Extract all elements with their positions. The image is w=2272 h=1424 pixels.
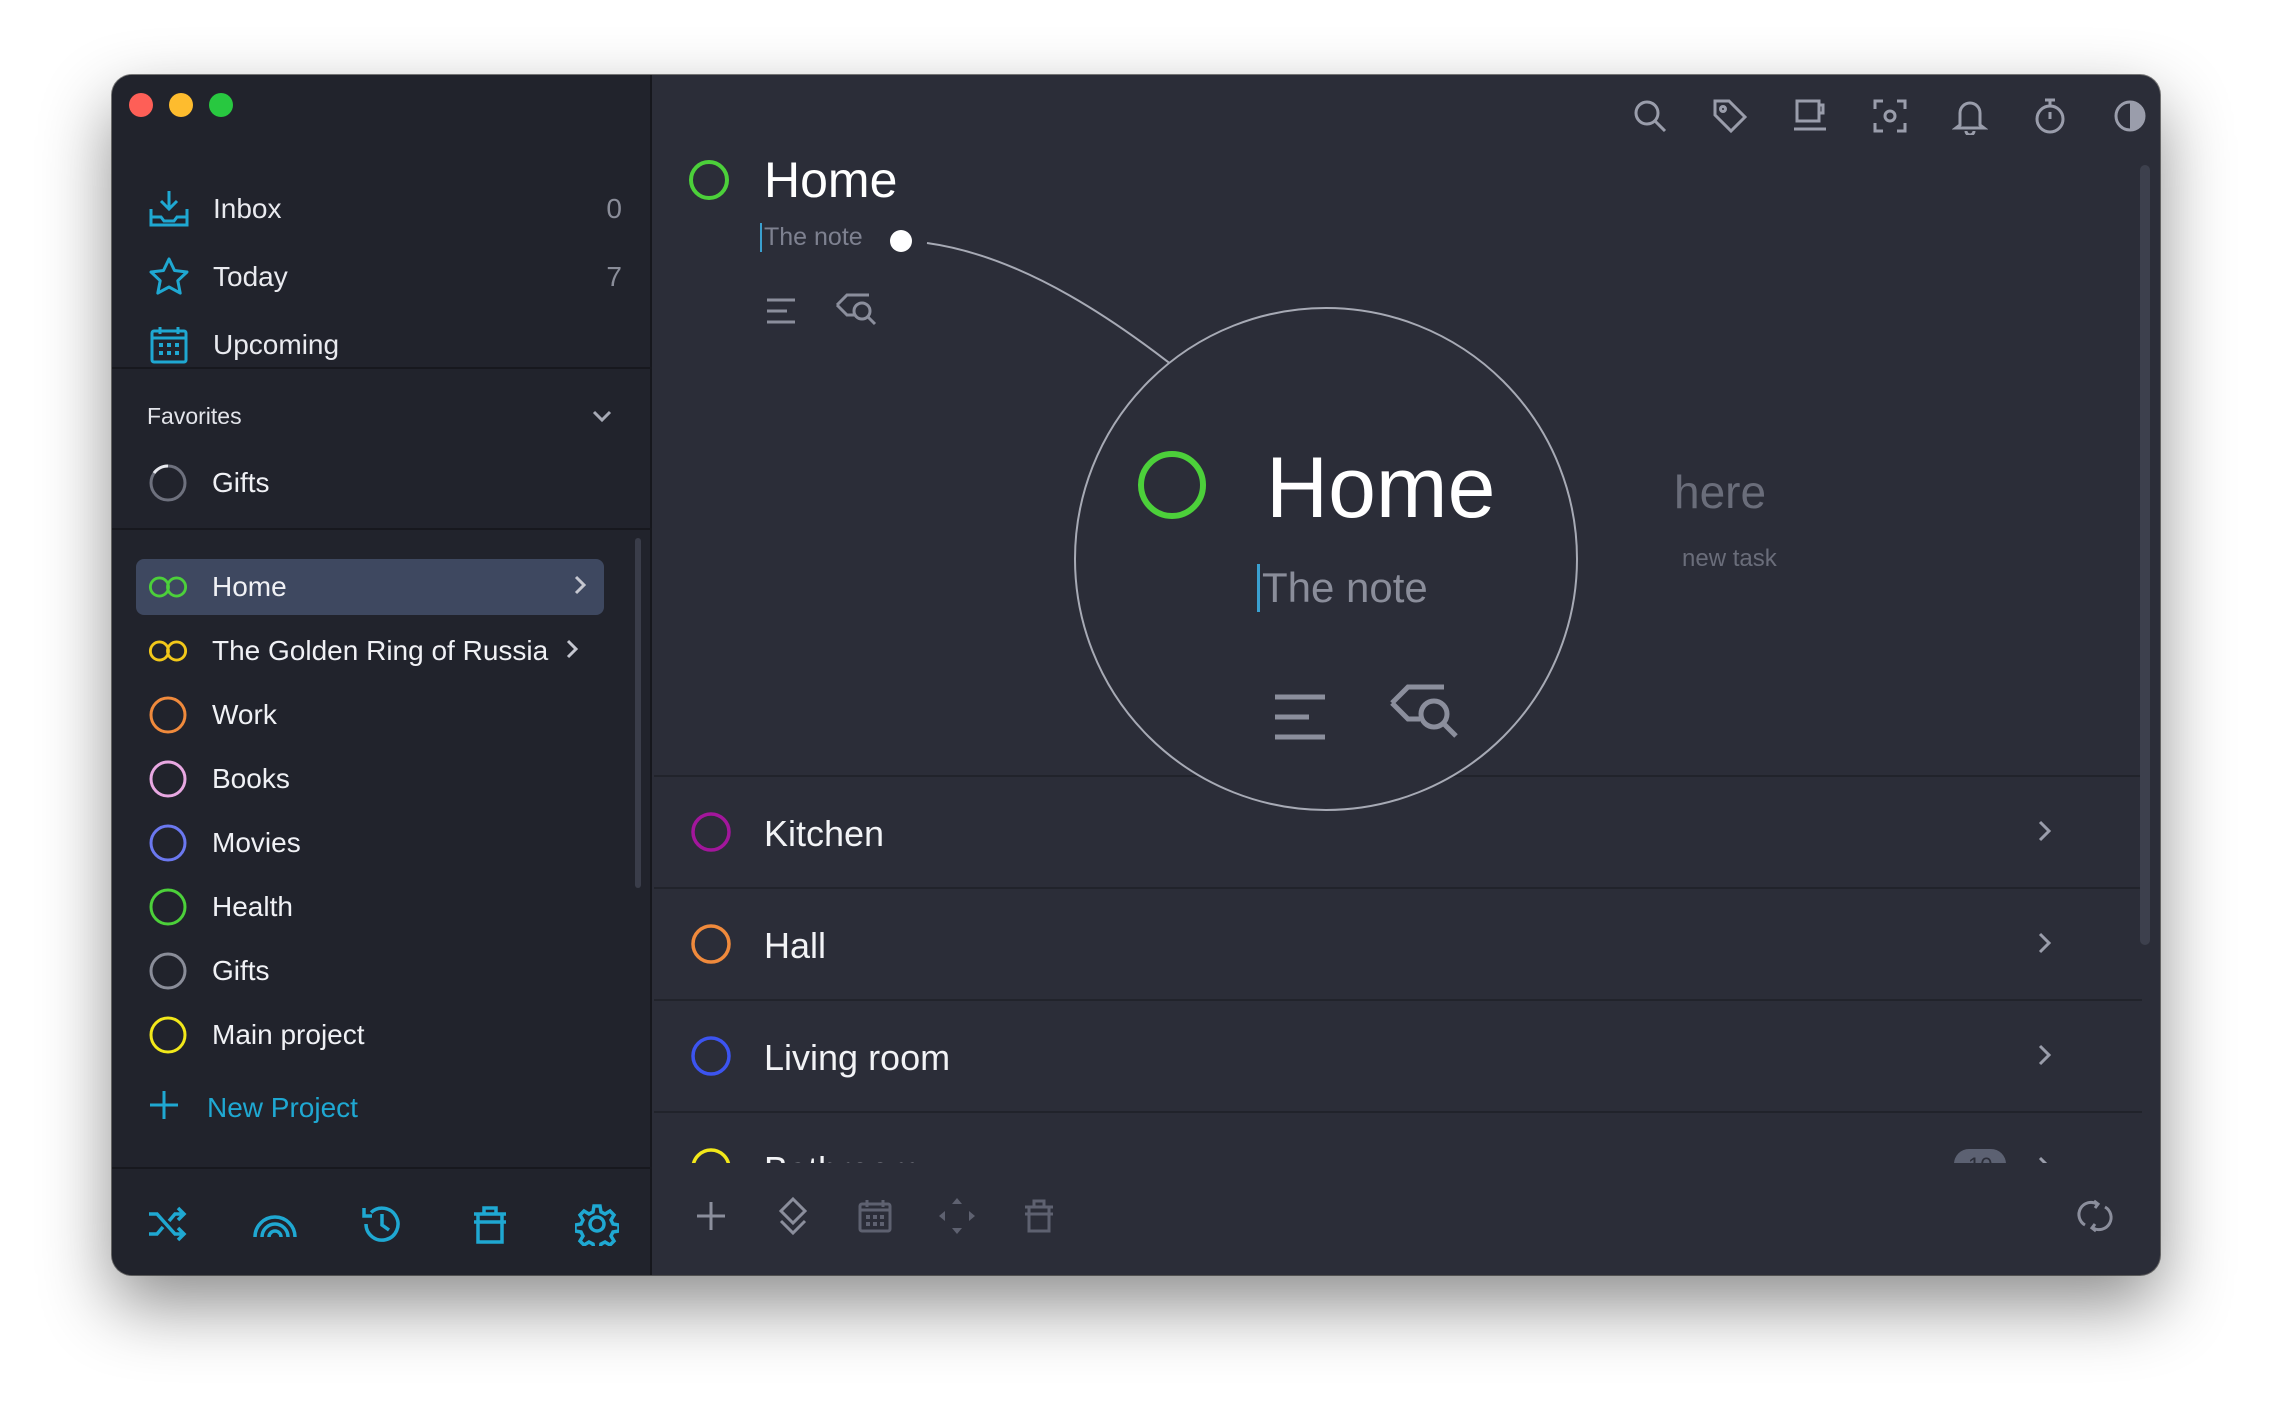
chevron-right-icon (2034, 1153, 2054, 1163)
settings-gear-icon[interactable] (574, 1201, 620, 1247)
chevron-right-icon (2034, 929, 2054, 962)
sidebar-item-books[interactable]: Books (136, 751, 604, 807)
sidebar-item-movies[interactable]: Movies (136, 815, 604, 871)
sidebar-item-health[interactable]: Health (136, 879, 604, 935)
sync-icon[interactable] (2072, 1193, 2118, 1239)
sidebar-item-inbox[interactable]: Inbox 0 (147, 181, 622, 237)
sidebar-item-main-project[interactable]: Main project (136, 1007, 604, 1063)
subproject-row-hall[interactable]: Hall (654, 887, 2142, 999)
sidebar-item-label: Health (212, 891, 293, 922)
sidebar-item-today[interactable]: Today 7 (147, 249, 622, 305)
sidebar-item-label: Work (212, 699, 277, 730)
trash-icon[interactable] (467, 1201, 513, 1247)
contrast-icon[interactable] (2108, 94, 2152, 138)
sidebar-item-label: Gifts (212, 467, 270, 498)
list-lines-icon (1272, 691, 1328, 748)
calendar-icon (147, 323, 191, 367)
sidebar-item-label: The Golden Ring of Russia (212, 635, 549, 666)
task-complete-ring-zoomed (1136, 449, 1208, 526)
new-project-label: New Project (207, 1091, 358, 1123)
task-count-badge: 10 (1954, 1149, 2007, 1163)
app-window: Inbox 0 Today 7 Upcoming Favorites Gifts (112, 75, 2160, 1275)
task-note-zoomed: The note (1257, 564, 1428, 612)
star-icon (147, 255, 191, 299)
project-circle-icon (148, 823, 188, 863)
main-scrollbar[interactable] (2140, 165, 2150, 945)
minimize-window-button[interactable] (169, 93, 193, 117)
subproject-row-bathroom[interactable]: Bathroom 10 (654, 1111, 2142, 1163)
sidebar-item-label: Home (212, 571, 287, 602)
sidebar-item-favorite-gifts[interactable]: Gifts (136, 455, 604, 511)
sidebar-divider (112, 367, 652, 369)
project-circle-icon (148, 1015, 188, 1055)
subproject-label: Kitchen (764, 813, 885, 854)
chevron-right-icon (562, 637, 582, 666)
search-icon[interactable] (1628, 94, 1672, 138)
move-icon[interactable] (770, 1193, 816, 1239)
chevron-right-icon (2034, 817, 2054, 850)
sidebar-divider (112, 528, 652, 530)
chevron-right-icon (570, 573, 590, 602)
new-project-button[interactable]: New Project (147, 1088, 358, 1127)
chevron-down-icon[interactable] (589, 403, 615, 434)
inbox-tray-icon (147, 187, 191, 231)
rainbow-icon[interactable] (252, 1201, 298, 1247)
main-pane: Home The note here new task Kitchen Hall (654, 75, 2160, 1275)
subproject-row-living-room[interactable]: Living room (654, 999, 2142, 1111)
sidebar-item-label: Today (213, 261, 288, 292)
sidebar-item-home[interactable]: Home (136, 559, 604, 615)
zoom-window-button[interactable] (209, 93, 233, 117)
project-circle-icon (690, 1035, 732, 1082)
project-circle-icon (148, 759, 188, 799)
subproject-label: Hall (764, 925, 827, 966)
close-window-button[interactable] (129, 93, 153, 117)
coffee-cup-icon[interactable] (1788, 94, 1832, 138)
sidebar-item-label: Gifts (212, 955, 270, 986)
sidebar-item-count: 7 (606, 261, 622, 292)
calendar-icon[interactable] (852, 1193, 898, 1239)
sidebar-scrollbar[interactable] (635, 538, 641, 888)
project-circle-icon (148, 887, 188, 927)
sidebar-item-count: 0 (606, 193, 622, 224)
sidebar-item-label: Upcoming (213, 329, 340, 360)
sidebar-item-golden-ring[interactable]: The Golden Ring of Russia (136, 623, 604, 679)
chevron-right-icon (2034, 1041, 2054, 1074)
sidebar-item-work[interactable]: Work (136, 687, 604, 743)
add-icon[interactable] (688, 1193, 734, 1239)
sidebar-item-label: Books (212, 763, 290, 794)
history-icon[interactable] (359, 1201, 405, 1247)
sidebar-bottom-toolbar (112, 1167, 652, 1275)
main-bottom-toolbar (654, 1167, 2160, 1275)
tag-search-icon (1388, 681, 1464, 752)
project-group-icon (148, 631, 188, 671)
subproject-label: Bathroom (764, 1149, 920, 1163)
fullscreen-arrows-icon[interactable] (934, 1193, 980, 1239)
project-circle-icon (690, 1147, 732, 1163)
sidebar-item-label: Inbox (213, 193, 282, 224)
tag-icon[interactable] (1708, 94, 1752, 138)
empty-state-title: here (1674, 466, 1767, 518)
task-title-zoomed: Home (1266, 440, 1496, 536)
sidebar-item-gifts[interactable]: Gifts (136, 943, 604, 999)
shuffle-icon[interactable] (144, 1201, 190, 1247)
sidebar-item-label: Movies (212, 827, 301, 858)
favorites-section-title: Favorites (147, 403, 242, 429)
plus-icon (147, 1088, 181, 1127)
project-circle-icon (148, 951, 188, 991)
sidebar-item-upcoming[interactable]: Upcoming (147, 317, 622, 373)
progress-ring-icon (148, 463, 188, 503)
sidebar: Inbox 0 Today 7 Upcoming Favorites Gifts (112, 75, 652, 1275)
project-group-icon (148, 567, 188, 607)
project-circle-icon (148, 695, 188, 735)
trash-icon[interactable] (1016, 1193, 1062, 1239)
timer-icon[interactable] (2028, 94, 2072, 138)
empty-state-subtitle: new task (1682, 545, 1777, 572)
subproject-label: Living room (764, 1037, 951, 1078)
sidebar-item-label: Main project (212, 1019, 365, 1050)
project-circle-icon (690, 811, 732, 858)
bell-icon[interactable] (1948, 94, 1992, 138)
focus-icon[interactable] (1868, 94, 1912, 138)
project-circle-icon (690, 923, 732, 970)
magnifier-lens: Home The note (1074, 307, 1578, 811)
